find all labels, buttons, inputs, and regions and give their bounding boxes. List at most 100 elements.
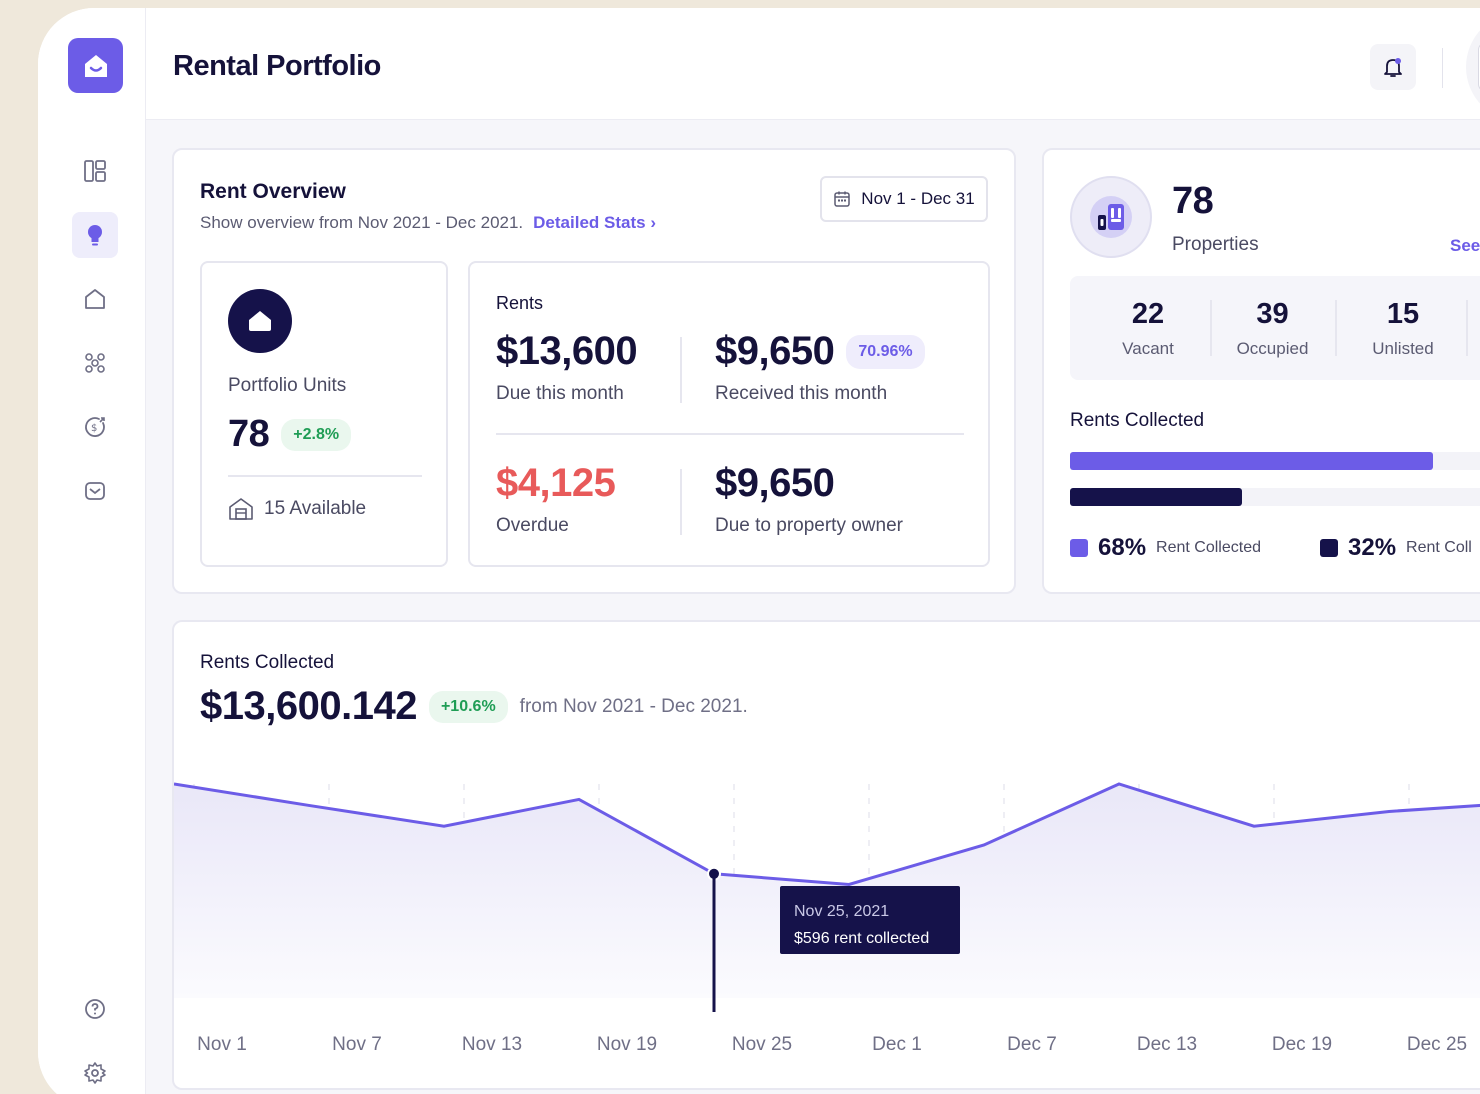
stat-occupied-label: Occupied — [1236, 339, 1309, 358]
rent-due-label: Due this month — [496, 383, 624, 404]
legend-pending-label: Rent Coll — [1406, 539, 1472, 556]
house-icon — [249, 311, 271, 331]
rent-pending-bar-track — [1070, 488, 1480, 506]
owner-due-label: Due to property owner — [715, 515, 903, 536]
stat-divider-3 — [1466, 300, 1468, 356]
portfolio-units-label: Portfolio Units — [228, 375, 347, 396]
stat-unlisted-label: Unlisted — [1372, 339, 1434, 358]
sidebar-item-tenants[interactable] — [72, 340, 118, 386]
sidebar-item-properties[interactable] — [72, 276, 118, 322]
rent-overview-title: Rent Overview — [200, 180, 346, 203]
building-icon — [229, 498, 253, 520]
notifications-button[interactable] — [1370, 44, 1416, 90]
rents-line-chart — [174, 782, 1480, 1012]
stat-unlisted: 15 Unlisted — [1335, 298, 1471, 359]
sidebar-item-payments[interactable]: $ — [72, 404, 118, 450]
stat-vacant-label: Vacant — [1122, 339, 1174, 358]
help-icon — [85, 999, 105, 1019]
legend-collected-label: Rent Collected — [1156, 539, 1261, 556]
stat-vacant: 22 Vacant — [1070, 298, 1226, 359]
rent-overdue-label: Overdue — [496, 515, 569, 536]
house-logo-icon — [84, 54, 107, 77]
sidebar-item-messages[interactable] — [72, 468, 118, 514]
sidebar-item-dashboard[interactable] — [72, 148, 118, 194]
dashboard-icon — [84, 160, 106, 182]
properties-badge — [1070, 176, 1152, 258]
tooltip-date: Nov 25, 2021 — [794, 903, 890, 920]
rent-received-label: Received this month — [715, 383, 888, 404]
money-icon: $ — [85, 417, 105, 437]
properties-count: 78 — [1172, 180, 1214, 222]
tooltip-value-line: $596 rent collected — [794, 925, 946, 952]
rent-received-value: $9,650 — [715, 329, 835, 373]
page-title: Rental Portfolio — [173, 50, 381, 82]
x-tick-label: Dec 7 — [1007, 1034, 1057, 1055]
app-logo[interactable] — [68, 38, 123, 93]
rents-collected-subtitle: Rents Collected — [1070, 410, 1205, 431]
rent-pending-bar-fill — [1070, 488, 1243, 506]
rent-collected-bar-fill — [1070, 452, 1434, 470]
app-window: $ Rental Portfolio Rent Overview Show ov… — [38, 8, 1480, 1094]
stat-occupied: 39 Occupied — [1210, 298, 1335, 359]
buildings-icon — [1090, 196, 1132, 238]
stat-occupied-value: 39 — [1256, 298, 1289, 330]
x-tick-label: Nov 19 — [596, 1034, 658, 1055]
mail-icon — [85, 482, 105, 500]
chart-tooltip: Nov 25, 2021 $596 rent collected — [780, 886, 960, 954]
legend-swatch-collected — [1070, 539, 1088, 557]
tooltip-text: rent collected — [834, 930, 930, 947]
detailed-stats-label: Detailed Stats — [533, 213, 646, 232]
rents-summary-card: Rents $13,600 Due this month $9,650 70.9… — [468, 261, 990, 567]
bell-icon — [1384, 58, 1402, 77]
calendar-icon — [834, 191, 851, 207]
chevron-right-icon: › — [650, 213, 656, 232]
rent-due-value: $13,600 — [496, 329, 638, 373]
rents-label: Rents — [496, 293, 544, 313]
sidebar-item-settings[interactable] — [72, 1050, 118, 1094]
people-icon — [85, 353, 105, 373]
date-range-picker[interactable]: Nov 1 - Dec 31 — [820, 176, 988, 222]
detailed-stats-link[interactable]: Detailed Stats › — [533, 213, 656, 233]
svg-text:$: $ — [91, 423, 97, 434]
house-badge — [228, 289, 292, 353]
sidebar-item-insights[interactable] — [72, 212, 118, 258]
x-tick-label: Nov 1 — [197, 1034, 247, 1055]
tooltip-value: $596 — [794, 930, 830, 947]
lightbulb-icon — [88, 225, 102, 246]
legend-collected-pct: 68% — [1098, 534, 1147, 561]
legend-item-collected: 68% Rent Collected — [1070, 534, 1261, 562]
x-tick-label: Dec 19 — [1271, 1034, 1333, 1055]
topbar-divider — [1442, 48, 1443, 88]
rent-collected-bar-track — [1070, 452, 1480, 470]
x-tick-label: Nov 13 — [461, 1034, 523, 1055]
rents-divider-top — [680, 337, 682, 403]
stat-vacant-value: 22 — [1131, 298, 1165, 330]
x-tick-label: Nov 7 — [332, 1034, 382, 1055]
portfolio-units-value: 78 — [228, 413, 270, 455]
date-range-label: Nov 1 - Dec 31 — [861, 189, 975, 208]
units-change-badge: +2.8% — [281, 418, 352, 451]
x-tick-label: Nov 25 — [731, 1034, 793, 1055]
rents-collected-card: Rents Collected $13,600.142 +10.6% from … — [172, 620, 1480, 1090]
legend-item-pending: 32% Rent Coll — [1320, 534, 1472, 562]
x-tick-label: Dec 1 — [872, 1034, 922, 1055]
see-all-link[interactable]: See — [1450, 236, 1480, 256]
legend-swatch-pending — [1320, 539, 1338, 557]
units-available: 15 Available — [264, 498, 367, 519]
stat-unlisted-value: 15 — [1386, 298, 1420, 330]
property-stats: 22 Vacant 39 Occupied 15 Unlisted — [1070, 276, 1480, 380]
rents-divider-bottom — [680, 469, 682, 535]
properties-label: Properties — [1172, 234, 1259, 255]
top-bar: Rental Portfolio — [146, 8, 1480, 122]
sidebar: $ — [38, 8, 146, 1094]
sidebar-item-help[interactable] — [72, 986, 118, 1032]
portfolio-units-card: Portfolio Units 78 +2.8% 15 Available — [200, 261, 448, 567]
rent-overview-card: Rent Overview Show overview from Nov 202… — [172, 148, 1016, 594]
main-content: Rent Overview Show overview from Nov 202… — [146, 120, 1480, 1094]
units-divider — [228, 475, 422, 477]
legend-pending-pct: 32% — [1348, 534, 1397, 561]
rent-overview-subtitle: Show overview from Nov 2021 - Dec 2021. — [200, 213, 524, 232]
settings-icon — [84, 1062, 106, 1084]
rent-overdue-value: $4,125 — [496, 461, 616, 505]
received-percent-badge: 70.96% — [846, 334, 925, 369]
